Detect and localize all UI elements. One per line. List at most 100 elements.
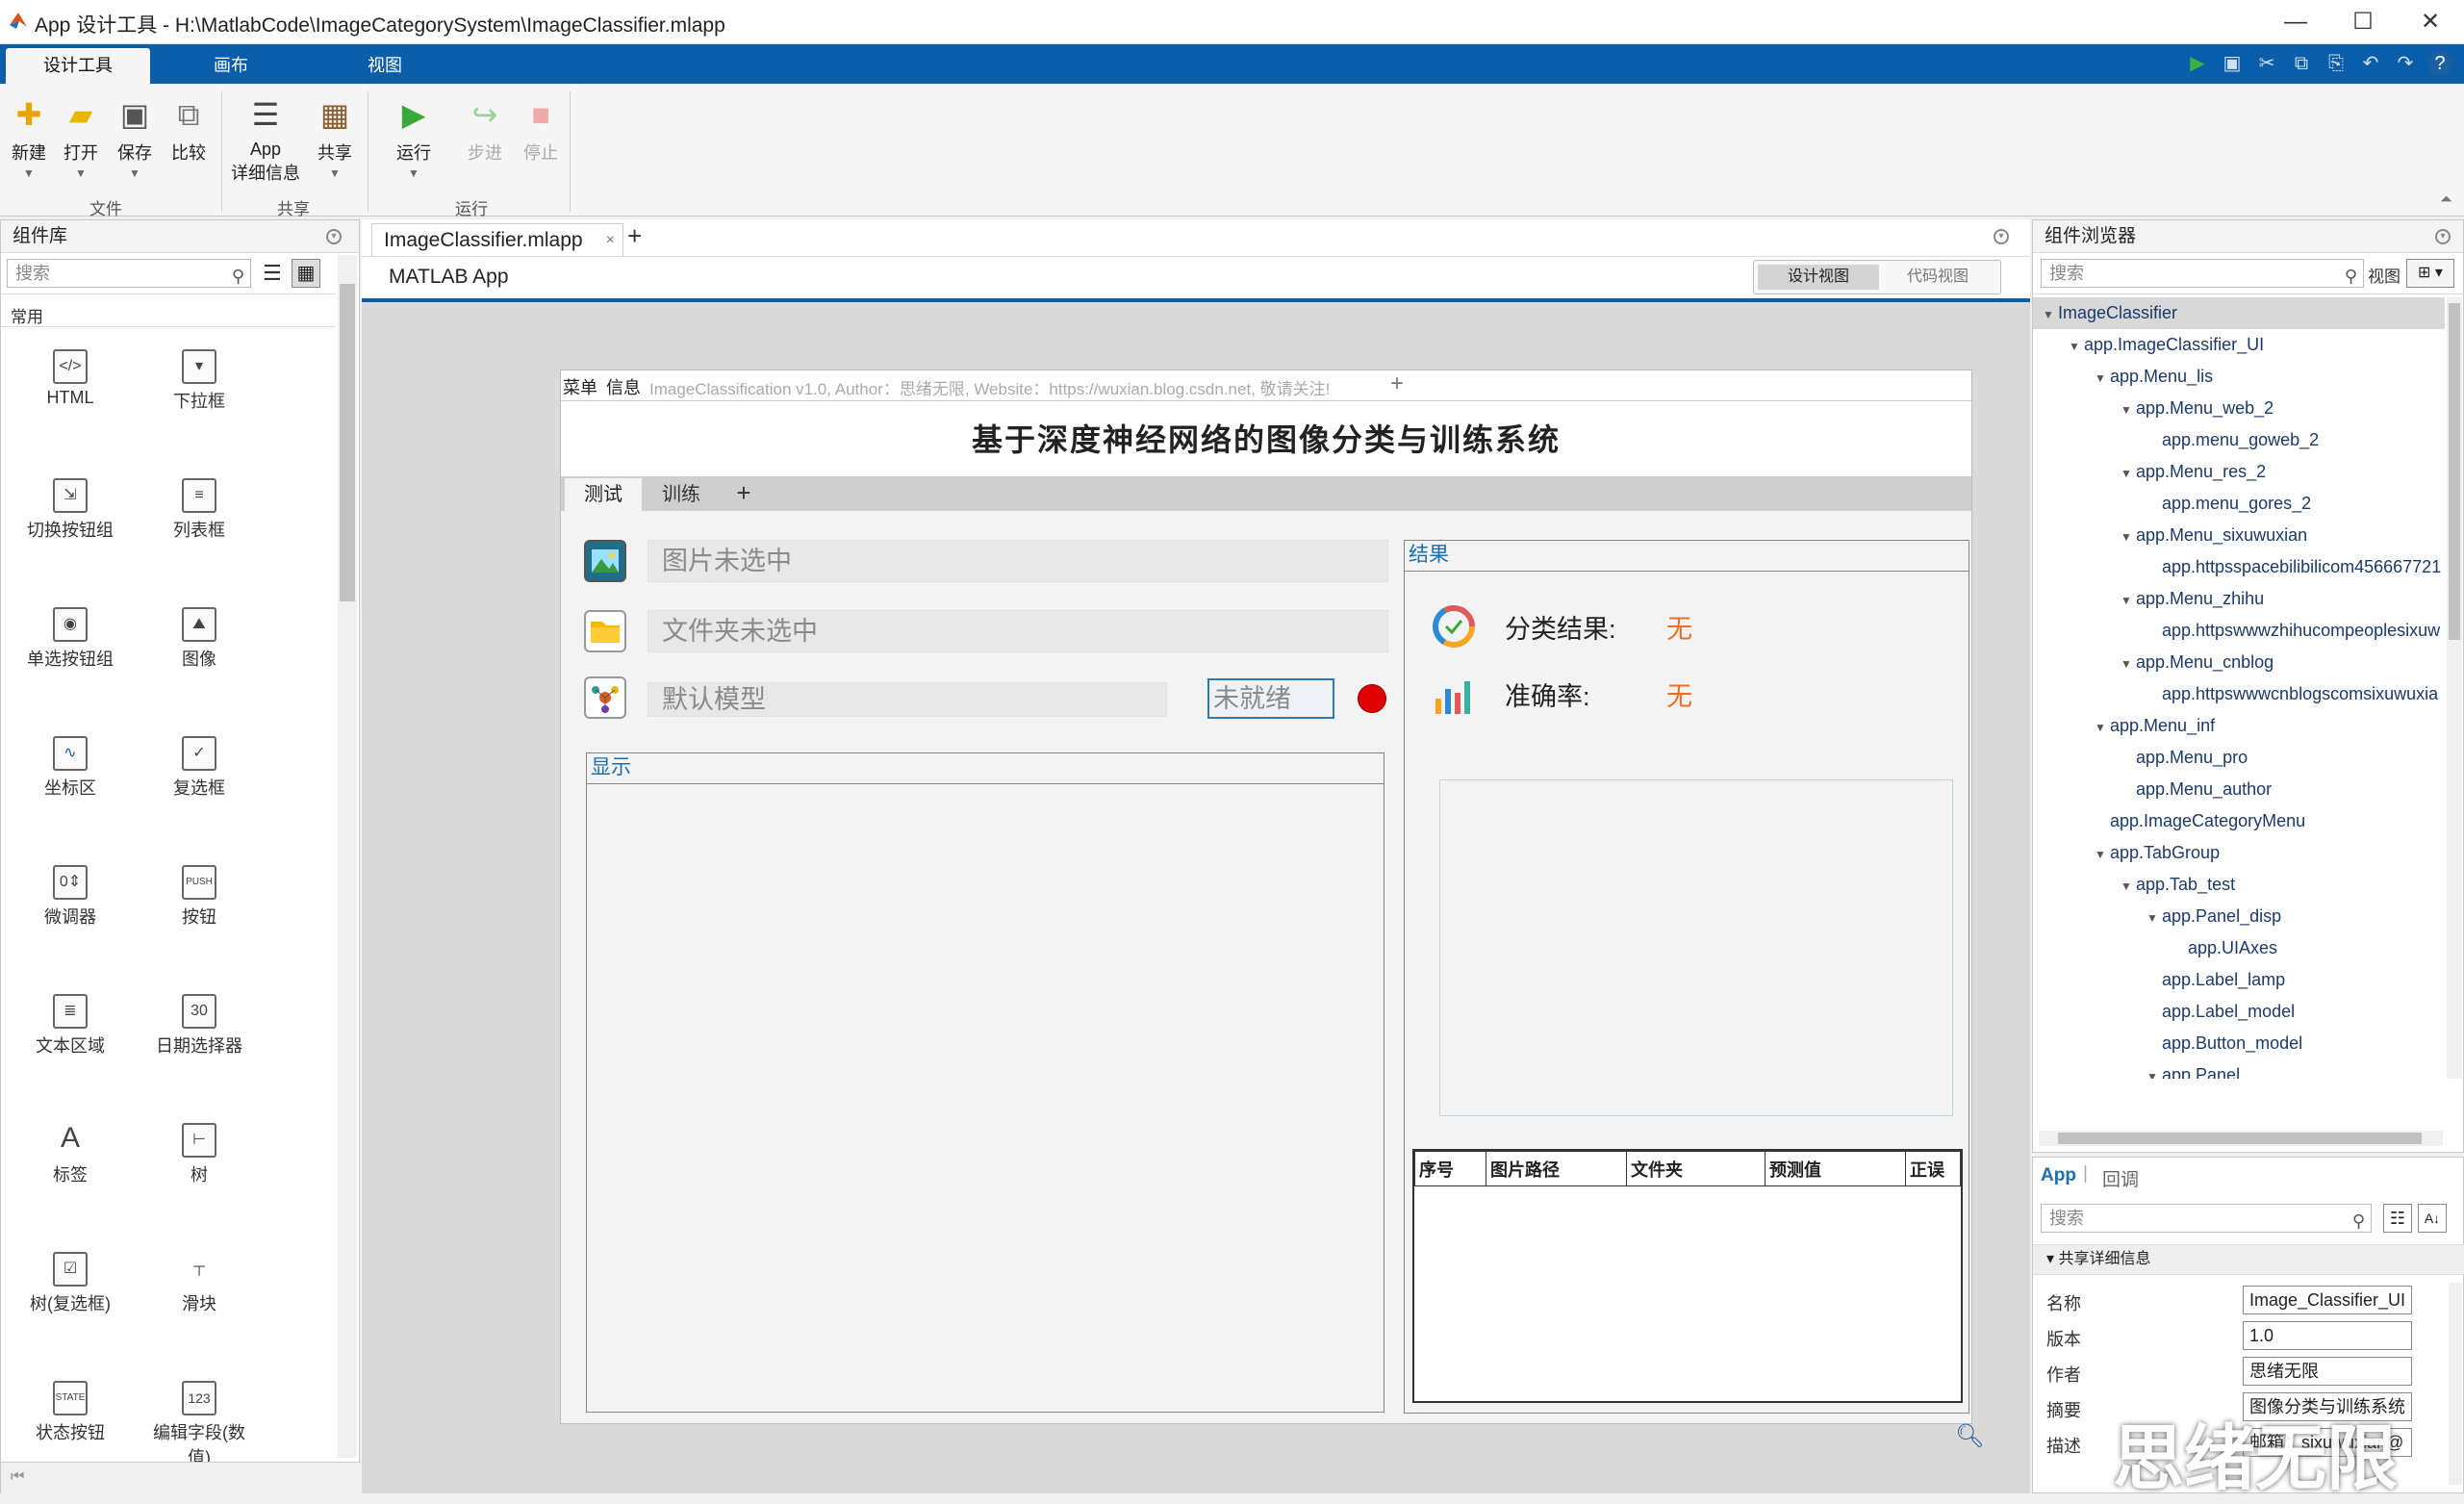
lib-date-picker[interactable]: 30 日期选择器: [141, 994, 257, 1058]
result-table[interactable]: 序号 图片路径 文件夹 预测值 正误: [1412, 1149, 1963, 1403]
lib-numeric-field[interactable]: 123 编辑字段(数 值): [141, 1381, 257, 1469]
tab-view[interactable]: 视图: [327, 48, 443, 84]
col-image-path[interactable]: 图片路径: [1486, 1151, 1627, 1186]
tree-node[interactable]: ▼ app.Menu_zhihu: [2033, 583, 2445, 615]
save-quick-icon[interactable]: ▣: [2220, 51, 2245, 76]
tree-node[interactable]: ▼ app.Tab_test: [2033, 869, 2445, 901]
new-button[interactable]: ✚ 新建 ▼: [2, 95, 56, 180]
menu-item-about[interactable]: ImageClassification v1.0, Author：思绪无限, W…: [649, 375, 1330, 399]
tree-expand-icon[interactable]: ▼: [2121, 458, 2136, 490]
lib-label[interactable]: A 标签: [13, 1123, 128, 1186]
tree-node[interactable]: ▼ ImageClassifier: [2033, 297, 2445, 329]
col-index[interactable]: 序号: [1414, 1151, 1486, 1186]
tree-expand-icon[interactable]: ▼: [2146, 903, 2162, 934]
zoom-icon[interactable]: 🔍︎: [1955, 1422, 1984, 1450]
lib-html[interactable]: </> HTML: [13, 349, 128, 408]
tree-node[interactable]: app.httpsspacebilibilicom456667721: [2033, 551, 2445, 583]
lib-tree[interactable]: ⊢ 树: [141, 1123, 257, 1186]
library-search-input[interactable]: 搜索 ⚲: [7, 259, 251, 288]
lib-button[interactable]: PUSH 按钮: [141, 865, 257, 929]
add-tab-icon[interactable]: +: [724, 476, 763, 509]
grouped-view-icon[interactable]: ☷: [2383, 1204, 2412, 1233]
tree-node[interactable]: app.httpswwwcnblogscomsixuwuxia: [2033, 678, 2445, 710]
tree-node[interactable]: ▼ app.ImageClassifier_UI: [2033, 329, 2445, 361]
tree-node[interactable]: app.Label_lamp: [2033, 964, 2445, 996]
stop-button[interactable]: ■ 停止: [514, 95, 568, 165]
lib-text-area[interactable]: ≣ 文本区域: [13, 994, 128, 1058]
tree-node[interactable]: app.Menu_pro: [2033, 742, 2445, 774]
run-button[interactable]: ▶ 运行 ▼: [387, 95, 441, 180]
grid-view-icon[interactable]: ▦: [292, 259, 320, 288]
lib-tree-checkbox[interactable]: ☑ 树(复选框): [13, 1252, 128, 1315]
tree-node[interactable]: ▼ app.Panel_disp: [2033, 901, 2445, 932]
tree-node[interactable]: app.httpswwwzhihucompeoplesixuw: [2033, 615, 2445, 647]
lib-listbox[interactable]: ≡ 列表框: [141, 478, 257, 542]
inspector-search-input[interactable]: 搜索 ⚲: [2041, 1204, 2372, 1233]
lib-state-button[interactable]: STATE 状态按钮: [13, 1381, 128, 1444]
select-image-button[interactable]: [584, 540, 626, 582]
help-icon[interactable]: ?: [2427, 51, 2452, 76]
menu-item-menu[interactable]: 菜单: [563, 374, 597, 399]
tree-node[interactable]: ▼ app.Menu_web_2: [2033, 393, 2445, 424]
undo-quick-icon[interactable]: ↶: [2358, 51, 2383, 76]
compare-button[interactable]: ⧉ 比较: [162, 95, 216, 165]
inspector-scrollbar[interactable]: [2449, 1283, 2462, 1485]
step-button[interactable]: ↪ 步进: [458, 95, 512, 165]
tree-expand-icon[interactable]: ▼: [2146, 1061, 2162, 1079]
tab-train[interactable]: 训练: [648, 478, 715, 511]
tree-node[interactable]: ▼ app.TabGroup: [2033, 837, 2445, 869]
tree-node[interactable]: ▼ app.Menu_inf: [2033, 710, 2445, 742]
redo-quick-icon[interactable]: ↷: [2393, 51, 2418, 76]
library-scrollbar[interactable]: [338, 255, 357, 1458]
tree-expand-icon[interactable]: ▼: [2121, 871, 2136, 903]
collapse-toolstrip-icon[interactable]: ⏶: [2440, 191, 2452, 209]
panel-options-icon[interactable]: ▾: [2435, 229, 2451, 244]
code-view-button[interactable]: 代码视图: [1879, 265, 1996, 290]
tree-node[interactable]: ▼ app.Menu_sixuwuxian: [2033, 520, 2445, 551]
list-view-icon[interactable]: ☰: [263, 261, 282, 286]
tree-node[interactable]: app.Label_model: [2033, 996, 2445, 1028]
cut-quick-icon[interactable]: ✂: [2254, 51, 2279, 76]
scrollbar-thumb[interactable]: [340, 284, 355, 601]
tree-horizontal-scrollbar[interactable]: [2039, 1131, 2443, 1146]
run-quick-icon[interactable]: ▶: [2185, 51, 2210, 76]
scrollbar-thumb[interactable]: [2058, 1133, 2422, 1144]
select-model-button[interactable]: [584, 676, 626, 719]
tree-node[interactable]: ▼ app.Menu_res_2: [2033, 456, 2445, 488]
panel-options-icon[interactable]: ▾: [1994, 229, 2009, 244]
tree-expand-icon[interactable]: ▼: [2121, 395, 2136, 426]
lib-axes[interactable]: ∿ 坐标区: [13, 736, 128, 800]
tree-expand-icon[interactable]: ▼: [2095, 712, 2110, 744]
add-menu-icon[interactable]: +: [1390, 370, 1404, 397]
lib-dropdown[interactable]: ▾ 下拉框: [141, 349, 257, 413]
select-folder-button[interactable]: [584, 610, 626, 652]
tree-node[interactable]: app.Menu_author: [2033, 774, 2445, 805]
add-tab-icon[interactable]: +: [627, 221, 642, 251]
col-prediction[interactable]: 预测值: [1765, 1151, 1906, 1186]
tree-node[interactable]: ▼ app.Panel: [2033, 1059, 2445, 1079]
col-correct[interactable]: 正误: [1905, 1151, 1961, 1186]
tab-canvas[interactable]: 画布: [173, 48, 289, 84]
paste-quick-icon[interactable]: ⎘: [2324, 51, 2349, 76]
tree-expand-icon[interactable]: ▼: [2069, 331, 2084, 363]
lib-radio-button-group[interactable]: ◉ 单选按钮组: [13, 607, 128, 671]
property-value-field[interactable]: 思绪无限: [2243, 1357, 2412, 1386]
lib-toggle-button-group[interactable]: ⇲ 切换按钮组: [13, 478, 128, 542]
tree-node[interactable]: app.menu_goweb_2: [2033, 424, 2445, 456]
view-options-dropdown[interactable]: ⊞ ▾: [2406, 259, 2454, 288]
lib-image[interactable]: ⛰ 图像: [141, 607, 257, 671]
share-button[interactable]: ▦ 共享 ▼: [308, 95, 362, 180]
editor-file-tab[interactable]: ImageClassifier.mlapp ×: [371, 223, 623, 256]
lib-slider[interactable]: ┬ 滑块: [141, 1252, 257, 1315]
section-share-details[interactable]: ▾ 共享详细信息: [2033, 1244, 2464, 1275]
tree-node[interactable]: app.menu_gores_2: [2033, 488, 2445, 520]
lib-spinner[interactable]: 0⇕ 微调器: [13, 865, 128, 929]
scrollbar-thumb[interactable]: [2449, 303, 2460, 640]
close-tab-icon[interactable]: ×: [606, 224, 615, 257]
tree-expand-icon[interactable]: ▼: [2121, 585, 2136, 617]
property-value-field[interactable]: 1.0: [2243, 1321, 2412, 1350]
scroll-left-icon[interactable]: ⏮: [11, 1468, 24, 1486]
close-window-button[interactable]: ✕: [2401, 6, 2459, 38]
tree-node[interactable]: ▼ app.Menu_lis: [2033, 361, 2445, 393]
tree-node[interactable]: app.UIAxes: [2033, 932, 2445, 964]
